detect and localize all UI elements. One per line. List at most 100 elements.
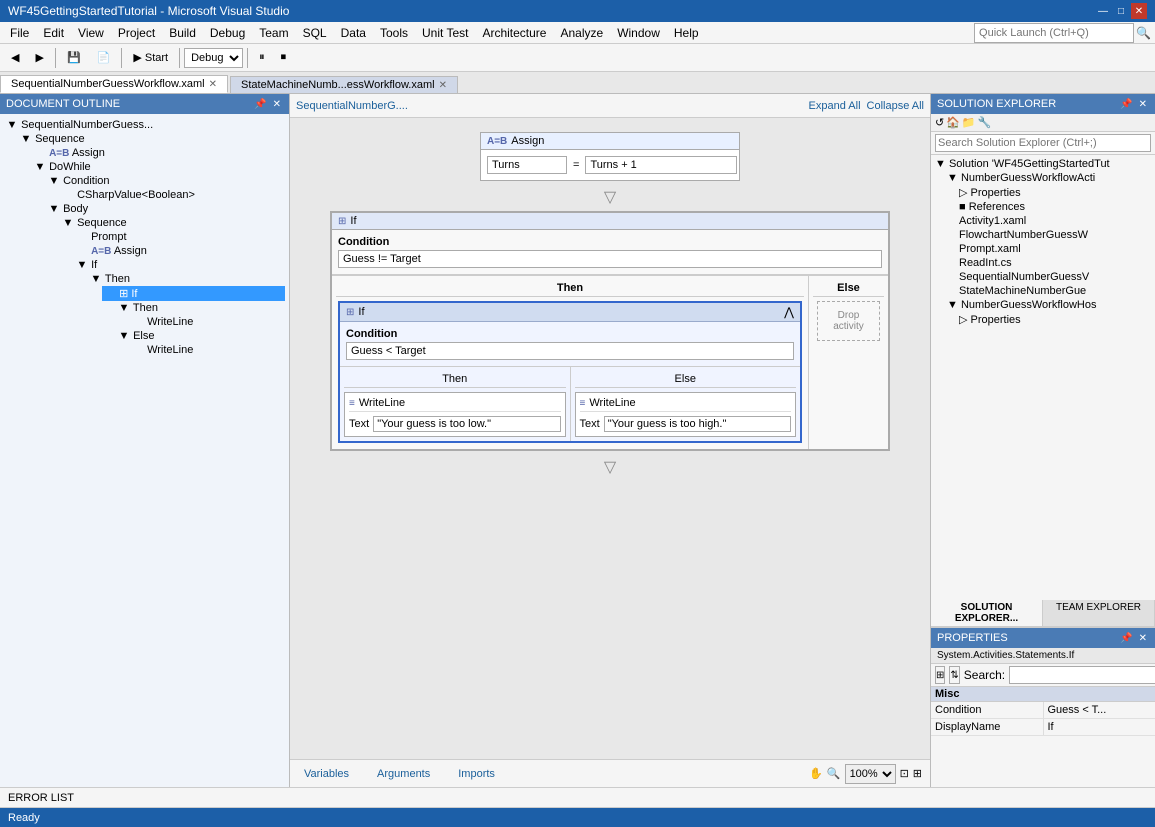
props-displayname-value[interactable]: If — [1044, 719, 1155, 735]
inner-if-condition-field[interactable] — [346, 342, 794, 360]
tree-root[interactable]: ▼ SequentialNumberGuess... — [4, 118, 285, 132]
tree-inner-if[interactable]: ⊞ If — [102, 286, 285, 301]
tree-condition[interactable]: ▼ Condition — [46, 174, 285, 188]
arguments-btn[interactable]: Arguments — [371, 766, 436, 782]
tree-dowhile[interactable]: ▼ DoWhile — [32, 160, 285, 174]
menu-debug[interactable]: Debug — [204, 24, 251, 42]
menu-unittest[interactable]: Unit Test — [416, 24, 474, 42]
pan-tool-icon[interactable]: ✋ — [809, 767, 823, 780]
tree-prompt[interactable]: Prompt — [74, 230, 285, 244]
tab-statemachine[interactable]: StateMachineNumb...essWorkflow.xaml ✕ — [230, 76, 458, 93]
sol-sequential[interactable]: SequentialNumberGuessV — [957, 270, 1153, 284]
tree-writeline1[interactable]: WriteLine — [130, 315, 285, 329]
panel-close-btn[interactable]: ✕ — [271, 99, 283, 110]
tree-sequence[interactable]: ▼ Sequence — [18, 132, 285, 146]
props-grid-btn[interactable]: ⊞ — [935, 666, 945, 684]
zoom-select[interactable]: 100% 75% 150% — [845, 764, 896, 784]
menu-file[interactable]: File — [4, 24, 35, 42]
tree-inner-then[interactable]: ▼ Then — [116, 301, 285, 315]
tree-then[interactable]: ▼ Then — [88, 272, 285, 286]
menu-sql[interactable]: SQL — [297, 24, 333, 42]
toolbar-config[interactable]: Debug — [184, 48, 243, 68]
sol-readint[interactable]: ReadInt.cs — [957, 256, 1153, 270]
menu-tools[interactable]: Tools — [374, 24, 414, 42]
tree-csharpvalue[interactable]: CSharpValue<Boolean> — [60, 188, 285, 202]
toolbar-save[interactable]: 💾 — [60, 48, 88, 67]
workflow-breadcrumb[interactable]: SequentialNumberG.... — [296, 100, 408, 112]
tree-assign2[interactable]: A=B Assign — [74, 244, 285, 258]
sol-toolbar-btn4[interactable]: 🔧 — [978, 116, 992, 129]
sol-statemachine[interactable]: StateMachineNumberGue — [957, 284, 1153, 298]
menu-help[interactable]: Help — [668, 24, 705, 42]
document-outline-panel: DOCUMENT OUTLINE 📌 ✕ ▼ SequentialNumberG… — [0, 94, 290, 787]
menu-build[interactable]: Build — [163, 24, 202, 42]
sol-toolbar-btn3[interactable]: 📁 — [962, 116, 976, 129]
outer-if-condition-field[interactable] — [338, 250, 882, 268]
tree-inner-else[interactable]: ▼ Else — [116, 329, 285, 343]
menu-analyze[interactable]: Analyze — [554, 24, 609, 42]
props-condition-value[interactable]: Guess < T... — [1044, 702, 1155, 718]
solution-close-btn[interactable]: ✕ — [1137, 99, 1149, 110]
minimize-button[interactable]: — — [1095, 3, 1111, 19]
sol-toolbar-btn1[interactable]: ↺ — [935, 116, 944, 129]
fit-width-icon[interactable]: ⊞ — [913, 767, 922, 780]
solution-search-input[interactable] — [935, 134, 1151, 152]
props-sort-btn[interactable]: ⇅ — [949, 666, 959, 684]
tab-close-statemachine[interactable]: ✕ — [439, 80, 447, 91]
tree-body[interactable]: ▼ Body — [46, 202, 285, 216]
sol-toolbar-btn2[interactable]: 🏠 — [946, 116, 960, 129]
tab-sequential[interactable]: SequentialNumberGuessWorkflow.xaml ✕ — [0, 75, 228, 93]
sol-host-properties[interactable]: ▷ Properties — [957, 312, 1153, 327]
menu-team[interactable]: Team — [253, 24, 294, 42]
toolbar-extra1[interactable]: ⏸ — [252, 48, 272, 67]
menu-architecture[interactable]: Architecture — [476, 24, 552, 42]
assign-left-field[interactable] — [487, 156, 567, 174]
toolbar-back[interactable]: ◀ — [4, 48, 26, 67]
tree-writeline2[interactable]: WriteLine — [130, 343, 285, 357]
variables-btn[interactable]: Variables — [298, 766, 355, 782]
sol-properties[interactable]: ▷ Properties — [957, 185, 1153, 200]
props-close-btn[interactable]: ✕ — [1137, 633, 1149, 644]
toolbar-new[interactable]: 📄 — [90, 48, 118, 67]
sol-flowchart[interactable]: FlowchartNumberGuessW — [957, 228, 1153, 242]
menu-view[interactable]: View — [72, 24, 110, 42]
toolbar-start[interactable]: ▶ Start — [126, 48, 175, 67]
expand-all-btn[interactable]: Expand All — [809, 100, 861, 112]
tree-assign[interactable]: A=B Assign — [32, 146, 285, 160]
quick-launch-input[interactable] — [974, 23, 1134, 43]
menu-window[interactable]: Window — [611, 24, 666, 42]
sol-numguess-activity[interactable]: ▼ NumberGuessWorkflowActi — [945, 171, 1153, 185]
collapse-all-btn[interactable]: Collapse All — [867, 100, 924, 112]
solution-explorer-tab[interactable]: SOLUTION EXPLORER... — [931, 600, 1043, 626]
inner-if-collapse-btn[interactable]: ⋀ — [784, 305, 794, 319]
toolbar-extra2[interactable]: ⏹ — [274, 48, 294, 67]
sol-references[interactable]: ■ References — [957, 200, 1153, 214]
zoom-icon[interactable]: 🔍 — [827, 767, 841, 780]
sol-prompt[interactable]: Prompt.xaml — [957, 242, 1153, 256]
menu-project[interactable]: Project — [112, 24, 161, 42]
sol-numguess-host[interactable]: ▼ NumberGuessWorkflowHos — [945, 298, 1153, 312]
tree-assign-label: Assign — [72, 147, 105, 159]
tab-close-sequential[interactable]: ✕ — [209, 79, 217, 90]
maximize-button[interactable]: □ — [1113, 3, 1129, 19]
panel-pin-btn[interactable]: 📌 — [252, 99, 268, 110]
sol-activity1[interactable]: Activity1.xaml — [957, 214, 1153, 228]
assign-right-field[interactable] — [585, 156, 737, 174]
fit-page-icon[interactable]: ⊡ — [900, 767, 909, 780]
writeline-high-text-field[interactable] — [604, 416, 791, 432]
sol-solution-root[interactable]: ▼ Solution 'WF45GettingStartedTut — [933, 157, 1153, 171]
menu-edit[interactable]: Edit — [37, 24, 70, 42]
props-search-input[interactable] — [1009, 666, 1155, 684]
writeline-icon2: ≡ — [580, 398, 586, 409]
error-list-label[interactable]: ERROR LIST — [8, 792, 74, 804]
close-button[interactable]: ✕ — [1131, 3, 1147, 19]
imports-btn[interactable]: Imports — [452, 766, 501, 782]
props-pin-btn[interactable]: 📌 — [1118, 633, 1134, 644]
tree-body-sequence[interactable]: ▼ Sequence — [60, 216, 285, 230]
menu-data[interactable]: Data — [335, 24, 372, 42]
solution-pin-btn[interactable]: 📌 — [1118, 99, 1134, 110]
team-explorer-tab[interactable]: TEAM EXPLORER — [1043, 600, 1155, 626]
tree-if[interactable]: ▼ If — [74, 258, 285, 272]
writeline-low-text-field[interactable] — [373, 416, 560, 432]
toolbar-fwd[interactable]: ▶ — [28, 48, 50, 67]
